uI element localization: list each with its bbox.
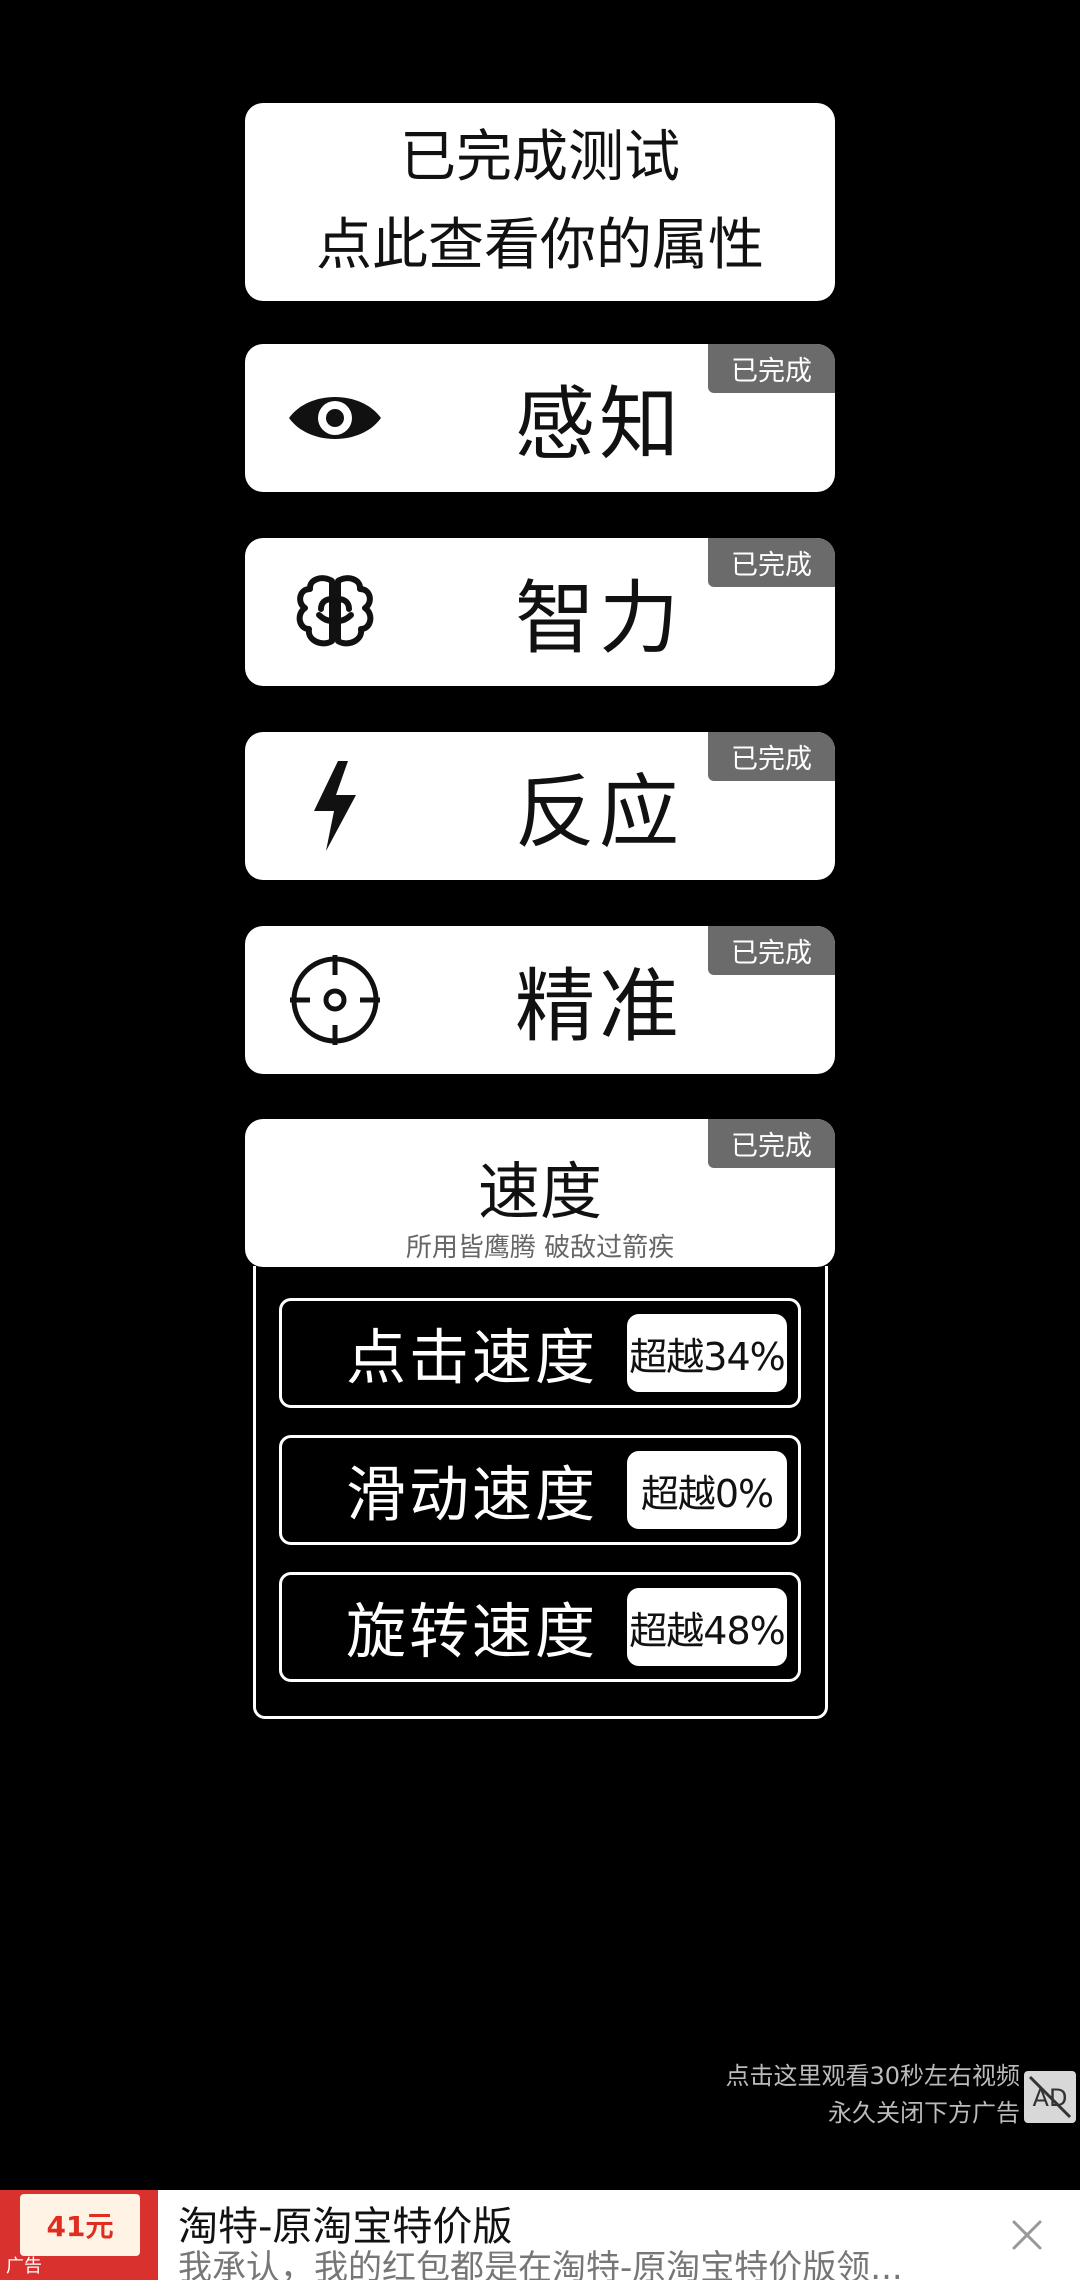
completed-badge: 已完成 (708, 344, 835, 393)
screen: 已完成测试 点此查看你的属性 感知 已完成 智力 已完成 反应 已完成 精准 已… (0, 0, 1080, 2280)
category-card-precision[interactable]: 精准 已完成 (245, 926, 835, 1074)
speed-subtitle: 所用皆鹰腾 破敌过箭疾 (405, 1233, 675, 1263)
ad-prompt-line2: 永久关闭下方广告 (828, 2099, 1020, 2127)
ad-thumbnail: 41元 广告 (0, 2190, 158, 2280)
brain-icon (285, 562, 385, 662)
category-label: 精准 (515, 960, 683, 1053)
view-attributes-button[interactable]: 已完成测试 点此查看你的属性 (245, 103, 835, 301)
category-card-speed[interactable]: 速度 所用皆鹰腾 破敌过箭疾 已完成 (245, 1119, 835, 1267)
category-card-intelligence[interactable]: 智力 已完成 (245, 538, 835, 686)
completed-badge: 已完成 (708, 926, 835, 975)
metric-result: 超越34% (627, 1314, 787, 1392)
ad-description: 我承认，我的红包都是在淘特-原淘宝特价版领... (178, 2248, 903, 2280)
no-ads-icon[interactable]: AD (1024, 2071, 1076, 2123)
ad-thumb-price: 41元 (20, 2194, 140, 2256)
category-card-reaction[interactable]: 反应 已完成 (245, 732, 835, 880)
lightning-icon (285, 756, 385, 856)
completed-badge: 已完成 (708, 732, 835, 781)
metric-rotate-speed[interactable]: 旋转速度 超越48% (279, 1572, 801, 1682)
ad-thumb-tag: 广告 (6, 2256, 42, 2277)
category-card-perception[interactable]: 感知 已完成 (245, 344, 835, 492)
ad-prompt-line1: 点击这里观看30秒左右视频 (725, 2062, 1020, 2090)
ad-banner[interactable]: 41元 广告 淘特-原淘宝特价版 我承认，我的红包都是在淘特-原淘宝特价版领..… (0, 2190, 1080, 2280)
remove-ads-video-link[interactable]: 点击这里观看30秒左右视频 永久关闭下方广告 (725, 2058, 1020, 2132)
top-card-line2: 点此查看你的属性 (316, 213, 764, 278)
metric-result: 超越0% (627, 1451, 787, 1529)
top-card-line1: 已完成测试 (400, 125, 680, 190)
completed-badge: 已完成 (708, 538, 835, 587)
completed-badge: 已完成 (708, 1119, 835, 1168)
metric-name: 点击速度 (346, 1323, 598, 1394)
metric-name: 滑动速度 (346, 1460, 598, 1531)
category-label: 反应 (515, 766, 683, 859)
crosshair-icon (285, 950, 385, 1050)
close-icon[interactable] (1004, 2212, 1050, 2258)
metric-tap-speed[interactable]: 点击速度 超越34% (279, 1298, 801, 1408)
category-label: 感知 (515, 378, 683, 471)
metric-name: 旋转速度 (346, 1597, 598, 1668)
eye-icon (285, 368, 385, 468)
metric-result: 超越48% (627, 1588, 787, 1666)
category-label: 智力 (515, 572, 683, 665)
metric-swipe-speed[interactable]: 滑动速度 超越0% (279, 1435, 801, 1545)
